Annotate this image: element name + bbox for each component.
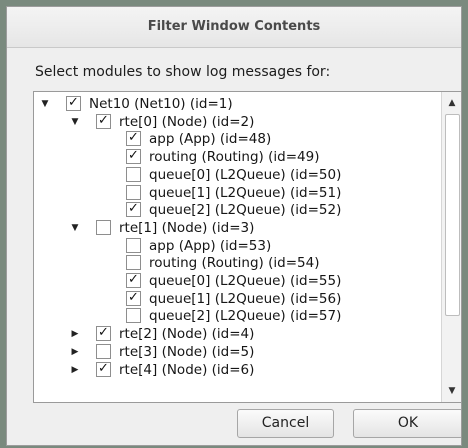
module-checkbox[interactable]: ✓ <box>66 95 81 111</box>
tree-row[interactable]: ✓ routing (Routing) (id=49) <box>34 148 440 166</box>
module-label: Net10 (Net10) (id=1) <box>89 96 233 112</box>
module-label: rte[2] (Node) (id=4) <box>119 326 255 343</box>
module-checkbox[interactable] <box>126 166 141 182</box>
scrollbar-thumb[interactable] <box>445 114 460 316</box>
tree-row[interactable]: queue[1] (L2Queue) (id=51) <box>34 184 440 202</box>
tree-row[interactable]: ▶ ✓ rte[2] (Node) (id=4) <box>34 325 440 343</box>
vertical-scrollbar[interactable]: ▲ ▼ <box>441 92 461 402</box>
module-label: routing (Routing) (id=54) <box>149 255 320 272</box>
module-tree[interactable]: ▼ ✓ Net10 (Net10) (id=1) ▼ ✓ rte[0] (Node) (i… <box>33 91 461 403</box>
checkmark-icon: ✓ <box>98 325 109 341</box>
module-label: queue[1] (L2Queue) (id=56) <box>149 290 342 307</box>
module-label: app (App) (id=53) <box>149 237 272 254</box>
module-label: routing (Routing) (id=49) <box>149 149 320 166</box>
checkmark-icon: ✓ <box>128 272 139 287</box>
triangle-right-icon[interactable]: ▶ <box>69 361 81 379</box>
tree-row[interactable]: ✓ queue[2] (L2Queue) (id=52) <box>34 201 440 219</box>
module-checkbox[interactable] <box>126 308 141 324</box>
tree-row[interactable]: ▼ ✓ rte[0] (Node) (id=2) <box>34 113 440 131</box>
module-checkbox[interactable]: ✓ <box>126 148 141 165</box>
tree-row[interactable]: routing (Routing) (id=54) <box>34 254 440 272</box>
module-checkbox[interactable]: ✓ <box>126 272 141 288</box>
tree-row[interactable]: ▼ rte[1] (Node) (id=3) <box>34 219 440 237</box>
module-checkbox[interactable]: ✓ <box>126 130 141 147</box>
checkmark-icon: ✓ <box>128 130 139 146</box>
module-checkbox[interactable] <box>126 255 141 271</box>
scroll-down-arrow-icon[interactable]: ▼ <box>442 382 461 400</box>
module-label: queue[0] (L2Queue) (id=55) <box>149 273 342 289</box>
module-checkbox[interactable] <box>96 343 111 359</box>
checkmark-icon: ✓ <box>68 95 79 110</box>
cancel-button[interactable]: Cancel <box>237 409 334 438</box>
module-label: rte[0] (Node) (id=2) <box>119 113 255 130</box>
tree-row[interactable]: app (App) (id=53) <box>34 237 440 255</box>
tree-row[interactable]: ✓ queue[1] (L2Queue) (id=56) <box>34 290 440 308</box>
tree-row[interactable]: ▶ rte[3] (Node) (id=5) <box>34 343 440 361</box>
tree-row[interactable]: ✓ queue[0] (L2Queue) (id=55) <box>34 272 440 290</box>
select-modules-prompt: Select modules to show log messages for: <box>35 64 331 80</box>
tree-row[interactable]: queue[0] (L2Queue) (id=50) <box>34 166 440 184</box>
module-checkbox[interactable]: ✓ <box>96 325 111 342</box>
module-label: rte[3] (Node) (id=5) <box>119 343 255 360</box>
tree-row[interactable]: ▶ ✓ rte[4] (Node) (id=6) <box>34 361 440 379</box>
module-tree-rows: ▼ ✓ Net10 (Net10) (id=1) ▼ ✓ rte[0] (Node) (i… <box>34 92 440 402</box>
checkmark-icon: ✓ <box>98 360 109 376</box>
ok-button[interactable]: OK <box>353 409 461 438</box>
tree-row[interactable]: ▼ ✓ Net10 (Net10) (id=1) <box>34 95 440 113</box>
module-label: rte[4] (Node) (id=6) <box>119 361 255 378</box>
module-label: app (App) (id=48) <box>149 131 272 148</box>
checkmark-icon: ✓ <box>98 112 109 128</box>
triangle-down-icon[interactable]: ▼ <box>69 219 81 237</box>
filter-dialog: Filter Window Contents Select modules to… <box>6 6 462 446</box>
triangle-right-icon[interactable]: ▶ <box>69 325 81 343</box>
triangle-down-icon[interactable]: ▼ <box>39 95 51 113</box>
module-label: queue[1] (L2Queue) (id=51) <box>149 184 342 201</box>
tree-row[interactable]: ✓ app (App) (id=48) <box>34 130 440 148</box>
module-checkbox[interactable] <box>96 219 111 235</box>
module-label: queue[0] (L2Queue) (id=50) <box>149 166 342 183</box>
checkmark-icon: ✓ <box>128 148 139 164</box>
module-checkbox[interactable] <box>126 237 141 253</box>
module-checkbox[interactable] <box>126 184 141 200</box>
scroll-up-arrow-icon[interactable]: ▲ <box>442 94 461 112</box>
module-checkbox[interactable]: ✓ <box>96 360 111 377</box>
module-label: queue[2] (L2Queue) (id=52) <box>149 202 342 219</box>
tree-row[interactable]: queue[2] (L2Queue) (id=57) <box>34 307 440 325</box>
checkmark-icon: ✓ <box>128 289 139 305</box>
module-label: queue[2] (L2Queue) (id=57) <box>149 308 342 325</box>
module-checkbox[interactable]: ✓ <box>96 112 111 129</box>
checkmark-icon: ✓ <box>128 201 139 217</box>
dialog-title: Filter Window Contents <box>7 7 461 48</box>
module-checkbox[interactable]: ✓ <box>126 201 141 218</box>
triangle-down-icon[interactable]: ▼ <box>69 113 81 131</box>
module-label: rte[1] (Node) (id=3) <box>119 219 255 236</box>
module-checkbox[interactable]: ✓ <box>126 289 141 306</box>
triangle-right-icon[interactable]: ▶ <box>69 343 81 361</box>
